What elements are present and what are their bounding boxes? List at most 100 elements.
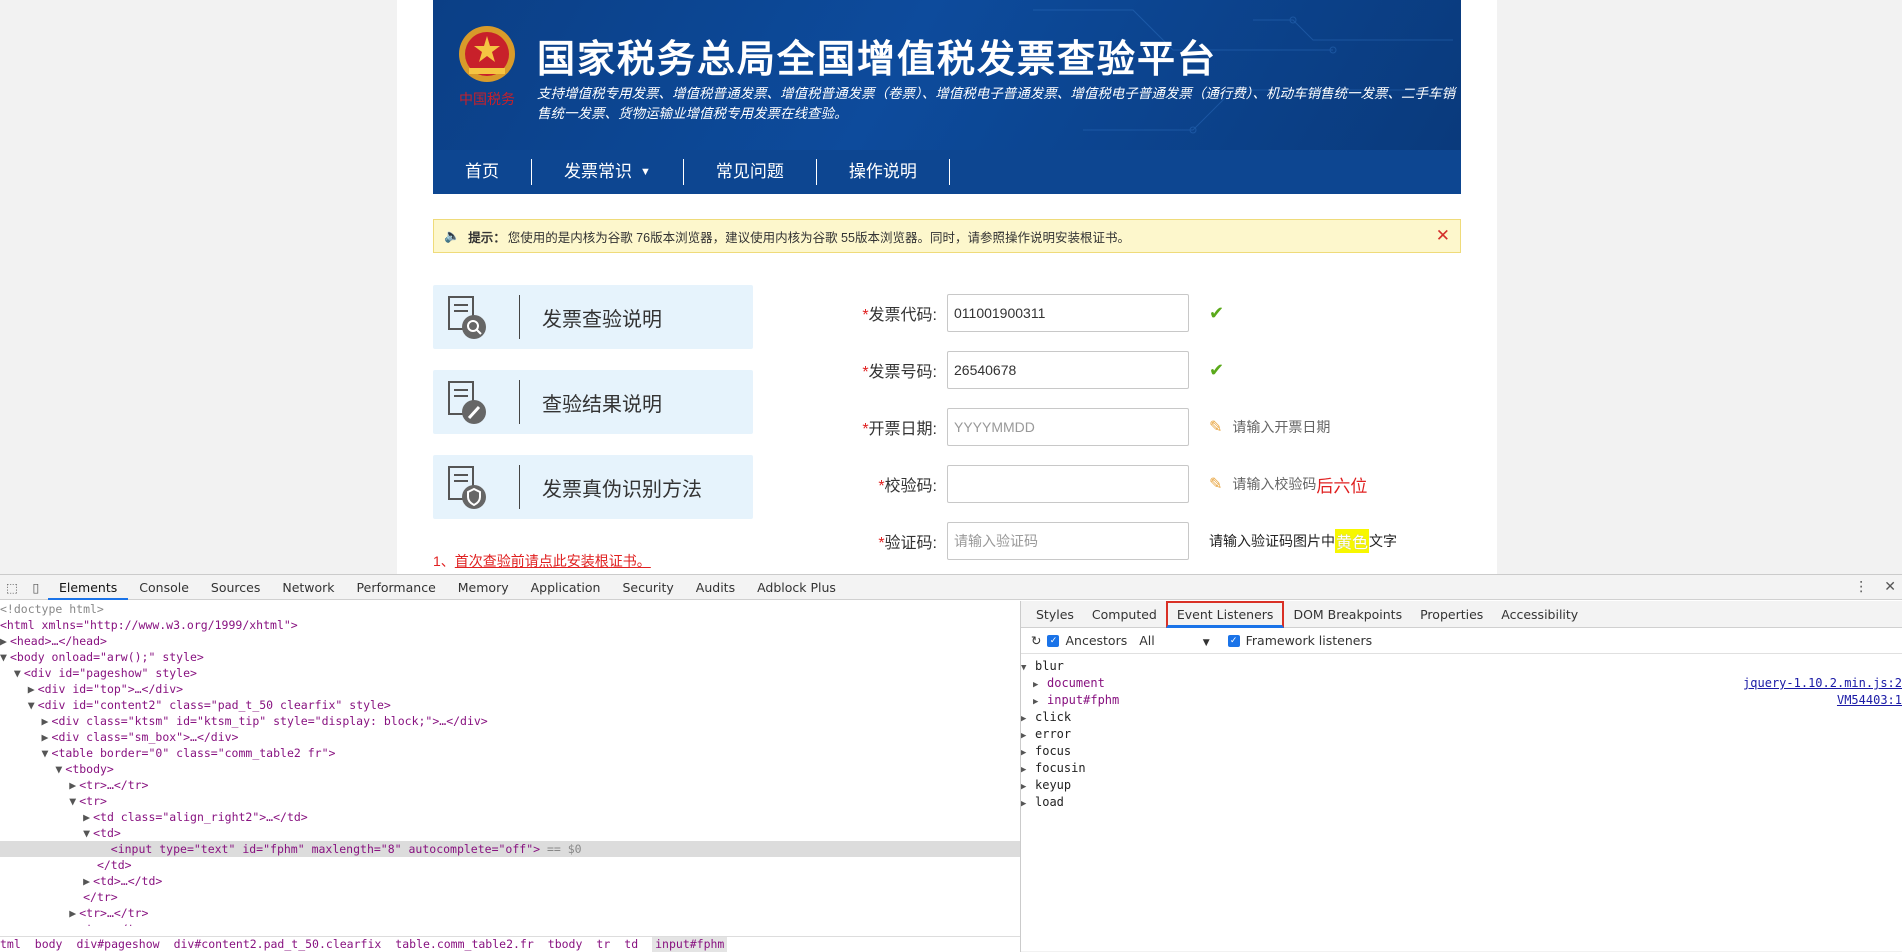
tab-audits[interactable]: Audits <box>685 575 746 600</box>
tab-styles[interactable]: Styles <box>1027 601 1083 628</box>
row-captcha: *验证码: 请输入验证码图片中黄色文字 <box>837 522 1397 560</box>
dom-node[interactable]: ▼ <body onload="arw();" style> <box>0 649 1020 665</box>
breadcrumb-item[interactable]: body <box>35 937 63 952</box>
tab-computed[interactable]: Computed <box>1083 601 1166 628</box>
listener-group-load[interactable]: ▶ load <box>1021 794 1902 811</box>
expand-triangle-icon[interactable]: ▶ <box>83 809 93 825</box>
tab-performance[interactable]: Performance <box>346 575 447 600</box>
dom-node[interactable]: ▶ <head>…</head> <box>0 633 1020 649</box>
expand-triangle-icon[interactable]: ▶ <box>69 777 79 793</box>
tab-security[interactable]: Security <box>611 575 684 600</box>
dom-node[interactable]: </tr> <box>0 889 1020 905</box>
ancestors-checkbox[interactable]: ✓ <box>1047 634 1060 647</box>
listener-source-link[interactable]: VM54403:1 <box>1837 692 1902 709</box>
tab-network[interactable]: Network <box>271 575 345 600</box>
nav-item-instructions[interactable]: 操作说明 <box>817 159 950 185</box>
breadcrumb-item[interactable]: tr <box>596 937 610 952</box>
listener-group-keyup[interactable]: ▶ keyup <box>1021 777 1902 794</box>
listener-source-link[interactable]: jquery-1.10.2.min.js:2 <box>1743 675 1902 692</box>
collapse-triangle-icon[interactable]: ▼ <box>42 745 52 761</box>
listener-group-blur[interactable]: ▼ blur <box>1021 658 1902 675</box>
check-code-input[interactable] <box>947 465 1189 503</box>
tab-application[interactable]: Application <box>520 575 612 600</box>
collapse-triangle-icon[interactable]: ▼ <box>14 665 24 681</box>
breadcrumb-item-selected[interactable]: input#fphm <box>652 937 728 952</box>
dom-node[interactable]: ▼ <td> <box>0 825 1020 841</box>
tab-properties[interactable]: Properties <box>1411 601 1492 628</box>
issue-date-input[interactable] <box>947 408 1189 446</box>
breadcrumb-item[interactable]: div#pageshow <box>76 937 159 952</box>
listener-group-focus[interactable]: ▶ focus <box>1021 743 1902 760</box>
nav-item-faq[interactable]: 常见问题 <box>684 159 817 185</box>
inspect-element-icon[interactable]: ⬚ <box>0 580 24 595</box>
collapse-triangle-icon[interactable]: ▼ <box>0 649 10 665</box>
dom-node[interactable]: ▶ <td class="align_right2">…</td> <box>0 809 1020 825</box>
side-button-authenticity-guide[interactable]: 发票真伪识别方法 <box>433 455 753 519</box>
listener-name: load <box>1035 795 1064 809</box>
dom-node[interactable]: <html xmlns="http://www.w3.org/1999/xhtm… <box>0 617 1020 633</box>
dom-node[interactable]: ▼ <tbody> <box>0 761 1020 777</box>
listener-entry[interactable]: ▶ document jquery-1.10.2.min.js:2 <box>1021 675 1902 692</box>
close-icon[interactable]: ✕ <box>1884 579 1896 595</box>
captcha-input[interactable] <box>947 522 1189 560</box>
tab-sources[interactable]: Sources <box>200 575 271 600</box>
field-label: *校验码: <box>837 472 947 496</box>
expand-triangle-icon[interactable]: ▶ <box>69 921 79 926</box>
tab-console[interactable]: Console <box>128 575 200 600</box>
expand-triangle-icon[interactable]: ▶ <box>42 713 52 729</box>
dom-node[interactable]: ▶<tr>…</tr> <box>0 777 1020 793</box>
expand-triangle-icon[interactable]: ▶ <box>0 633 10 649</box>
breadcrumb-item[interactable]: td <box>624 937 638 952</box>
invoice-number-input[interactable] <box>947 351 1189 389</box>
more-options-icon[interactable]: ⋮ <box>1854 579 1868 595</box>
breadcrumb-item[interactable]: div#content2.pad_t_50.clearfix <box>174 937 382 952</box>
nav-item-invoice-knowledge[interactable]: 发票常识 ▼ <box>532 159 684 185</box>
close-icon[interactable]: ✕ <box>1436 226 1450 246</box>
collapse-triangle-icon[interactable]: ▼ <box>28 697 38 713</box>
install-certificate-link[interactable]: 首次查验前请点此安装根证书。 <box>455 553 651 569</box>
dom-node[interactable]: <!doctype html> <box>0 601 1020 617</box>
dom-node[interactable]: </td> <box>0 857 1020 873</box>
dom-node[interactable]: ▶ <div class="sm_box">…</div> <box>0 729 1020 745</box>
invoice-code-input[interactable] <box>947 294 1189 332</box>
expand-triangle-icon[interactable]: ▶ <box>42 729 52 745</box>
dom-node[interactable]: ▶ <div class="ktsm" id="ktsm_tip" style="… <box>0 713 1020 729</box>
listener-entry[interactable]: ▶ input#fphm VM54403:1 <box>1021 692 1902 709</box>
dom-node[interactable]: ▼ <table border="0" class="comm_table2 fr… <box>0 745 1020 761</box>
nav-item-home[interactable]: 首页 <box>433 159 532 185</box>
filter-select[interactable]: All ▼ <box>1139 633 1209 648</box>
dom-node-selected[interactable]: <input type="text" id="fphm" maxlength="… <box>0 841 1020 857</box>
dom-node[interactable]: ▶ <td>…</td> <box>0 873 1020 889</box>
refresh-icon[interactable]: ↻ <box>1031 633 1041 648</box>
framework-listeners-checkbox[interactable]: ✓ <box>1227 634 1240 647</box>
dom-node[interactable]: ▼ <tr> <box>0 793 1020 809</box>
breadcrumb-item[interactable]: table.comm_table2.fr <box>395 937 533 952</box>
dom-node[interactable]: ▼ <div id="pageshow" style> <box>0 665 1020 681</box>
breadcrumb-item[interactable]: tml <box>0 937 21 952</box>
listener-group-error[interactable]: ▶ error <box>1021 726 1902 743</box>
tab-dom-breakpoints[interactable]: DOM Breakpoints <box>1284 601 1411 628</box>
tab-event-listeners[interactable]: Event Listeners <box>1165 600 1285 628</box>
expand-triangle-icon[interactable]: ▶ <box>69 905 79 921</box>
expand-triangle-icon[interactable]: ▶ <box>28 681 38 697</box>
tab-adblock-plus[interactable]: Adblock Plus <box>746 575 847 600</box>
collapse-triangle-icon[interactable]: ▼ <box>55 761 65 777</box>
hint-text: 请输入开票日期 <box>1232 419 1331 435</box>
expand-triangle-icon[interactable]: ▶ <box>83 873 93 889</box>
dom-node[interactable]: ▶<tr>…</tr> <box>0 921 1020 926</box>
dom-node[interactable]: ▶ <div id="top">…</div> <box>0 681 1020 697</box>
side-button-result-guide[interactable]: 查验结果说明 <box>433 370 753 434</box>
tab-elements[interactable]: Elements <box>48 575 129 600</box>
listener-group-click[interactable]: ▶ click <box>1021 709 1902 726</box>
collapse-triangle-icon[interactable]: ▼ <box>83 825 93 841</box>
listener-group-focusin[interactable]: ▶ focusin <box>1021 760 1902 777</box>
side-button-label: 查验结果说明 <box>542 393 662 416</box>
dom-node[interactable]: ▼ <div id="content2" class="pad_t_50 clea… <box>0 697 1020 713</box>
collapse-triangle-icon[interactable]: ▼ <box>69 793 79 809</box>
tab-accessibility[interactable]: Accessibility <box>1492 601 1587 628</box>
breadcrumb-item[interactable]: tbody <box>548 937 583 952</box>
dom-node[interactable]: ▶<tr>…</tr> <box>0 905 1020 921</box>
device-toolbar-icon[interactable]: ▯ <box>24 580 48 595</box>
tab-memory[interactable]: Memory <box>447 575 520 600</box>
side-button-check-guide[interactable]: 发票查验说明 <box>433 285 753 349</box>
